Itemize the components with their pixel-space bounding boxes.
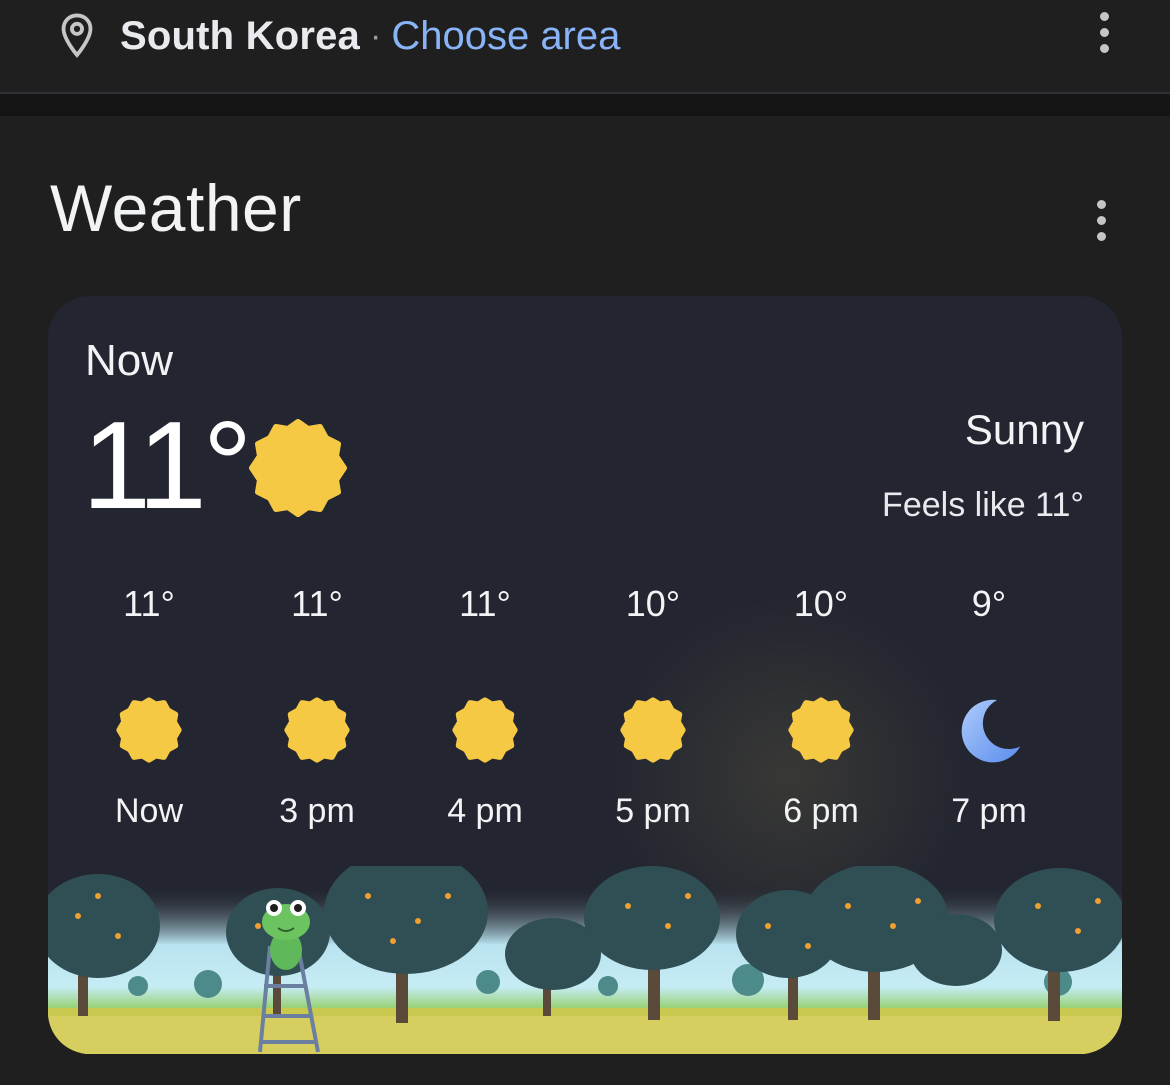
- hourly-temp: 10°: [625, 583, 681, 624]
- sun-icon: [452, 697, 518, 763]
- sun-icon: [249, 419, 347, 517]
- hourly-item[interactable]: 11° 3 pm: [233, 580, 401, 831]
- hourly-temp: 9°: [971, 583, 1007, 624]
- sun-icon: [284, 697, 350, 763]
- hourly-time: 7 pm: [951, 792, 1027, 830]
- choose-area-link[interactable]: Choose area: [391, 14, 620, 59]
- hourly-temp: 11°: [123, 583, 175, 624]
- weather-card[interactable]: Now 11° Sunny Feels like 11° 11° Now 11°…: [48, 296, 1122, 1054]
- hourly-temp: 11°: [291, 583, 343, 624]
- hourly-time: 6 pm: [783, 792, 859, 830]
- location-bar: South Korea · Choose area: [0, 0, 1170, 94]
- hourly-temp: 11°: [459, 583, 511, 624]
- moon-icon: [961, 699, 1021, 763]
- orchard-illustration: [48, 866, 1122, 1054]
- hourly-item[interactable]: 10° 6 pm: [737, 580, 905, 831]
- hourly-time: 3 pm: [279, 792, 355, 830]
- sun-icon: [116, 697, 182, 763]
- condition-text: Sunny: [964, 406, 1084, 453]
- location-row: South Korea · Choose area: [58, 8, 620, 64]
- location-more-options-icon[interactable]: [1097, 12, 1111, 53]
- hourly-time: 5 pm: [615, 792, 691, 830]
- hourly-item[interactable]: 11° Now: [65, 580, 233, 831]
- section-divider: [0, 94, 1170, 116]
- location-pin-icon: [61, 13, 93, 58]
- feels-like-text: Feels like 11°: [882, 486, 1084, 524]
- weather-more-options-icon[interactable]: [1094, 200, 1108, 241]
- sun-icon: [788, 697, 854, 763]
- hourly-time: 4 pm: [447, 792, 523, 830]
- location-separator: ·: [370, 16, 382, 55]
- hourly-time: Now: [114, 792, 184, 830]
- current-temperature: 11°: [82, 397, 252, 535]
- hourly-forecast[interactable]: 11° Now 11° 3 pm 11° 4 pm 10° 5 pm 10° 6…: [65, 580, 1122, 850]
- now-label: Now: [85, 336, 174, 385]
- weather-section-title: Weather: [50, 171, 302, 245]
- hourly-item[interactable]: 10° 5 pm: [569, 580, 737, 831]
- sun-icon: [620, 697, 686, 763]
- hourly-item[interactable]: 11° 4 pm: [401, 580, 569, 831]
- hourly-item[interactable]: 9° 7 pm: [905, 580, 1073, 831]
- location-name: South Korea: [120, 13, 360, 58]
- hourly-temp: 10°: [793, 583, 849, 624]
